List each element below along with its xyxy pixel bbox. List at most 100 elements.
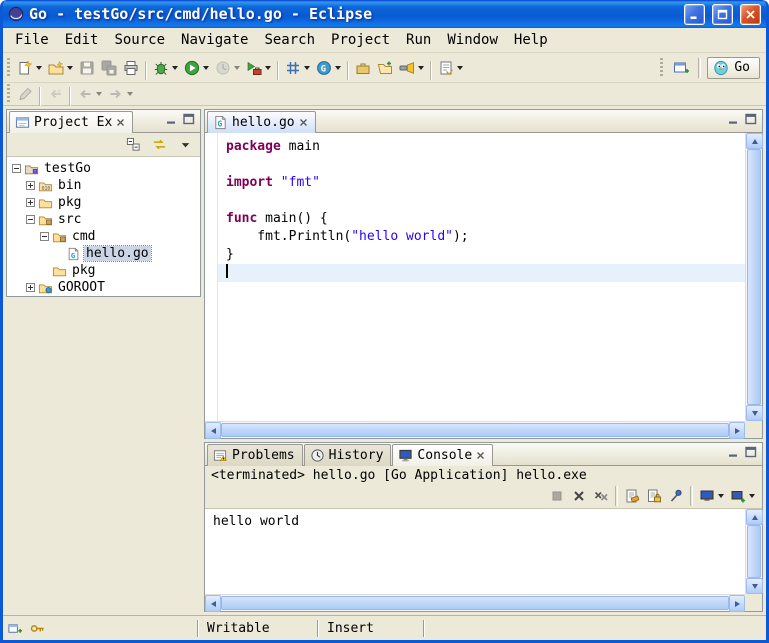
code-line[interactable]: } [218,246,745,264]
go-build-button[interactable]: G [313,56,344,80]
print-button[interactable] [120,56,142,80]
close-button[interactable] [740,4,761,25]
key-binding-icon[interactable] [29,621,45,636]
expander-minus-icon[interactable] [12,164,21,173]
dropdown-arrow-icon[interactable] [265,66,271,70]
close-icon[interactable] [299,118,308,127]
new-folder-button[interactable] [45,56,76,80]
menu-file[interactable]: File [7,29,57,51]
menu-window[interactable]: Window [439,29,506,51]
code-line-current[interactable] [218,264,745,282]
last-edit-location-button[interactable] [14,82,36,106]
link-editor-button[interactable] [149,133,170,156]
save-button[interactable] [76,56,98,80]
display-console-button[interactable] [696,484,727,508]
expander-plus-icon[interactable] [26,181,35,190]
scroll-left-button[interactable] [205,595,221,612]
terminate-button[interactable] [546,484,568,508]
remove-all-launches-button[interactable] [590,484,612,508]
clear-console-button[interactable] [621,484,643,508]
go-package-button[interactable] [282,56,313,80]
tree-item-pkg[interactable]: pkg [7,262,200,279]
scroll-right-button[interactable] [729,595,745,612]
search-button[interactable] [396,56,427,80]
open-type-button[interactable] [374,56,396,80]
menu-source[interactable]: Source [106,29,173,51]
code-line[interactable] [218,156,745,174]
dropdown-arrow-icon[interactable] [749,494,755,498]
tab-hello-go[interactable]: G hello.go [207,111,316,133]
title-bar[interactable]: Go - testGo/src/cmd/hello.go - Eclipse [3,0,766,28]
new-wizard-button[interactable] [14,56,45,80]
code-line[interactable]: func main() { [218,210,745,228]
scroll-down-button[interactable] [746,405,763,421]
console-output[interactable]: hello world [205,509,745,594]
code-line[interactable] [218,192,745,210]
tree-item-testgo[interactable]: testGo [7,160,200,177]
tab-problems[interactable]: Problems [207,444,303,466]
project-tree[interactable]: testGo010binpkgsrccmdGhello.gopkgGOROOT [7,157,200,296]
menu-navigate[interactable]: Navigate [173,29,256,51]
dropdown-arrow-icon[interactable] [335,66,341,70]
console-vertical-scrollbar[interactable] [745,509,762,594]
tree-item-src[interactable]: src [7,211,200,228]
debug-button[interactable] [150,56,181,80]
scrollbar-thumb[interactable] [221,423,729,437]
dropdown-arrow-icon[interactable] [96,92,102,96]
menu-project[interactable]: Project [323,29,398,51]
close-icon[interactable] [476,451,485,460]
external-tools-button[interactable] [243,56,274,80]
dropdown-arrow-icon[interactable] [203,66,209,70]
scrollbar-track[interactable] [221,422,729,438]
maximize-button[interactable] [712,4,733,25]
dropdown-arrow-icon[interactable] [718,494,724,498]
profile-button[interactable] [212,56,243,80]
dropdown-arrow-icon[interactable] [234,66,240,70]
scrollbar-track[interactable] [746,525,762,578]
tab-project-explorer[interactable]: Project Ex [9,111,133,133]
forward-button[interactable] [105,82,136,106]
scroll-up-button[interactable] [746,509,763,525]
tree-item-pkg[interactable]: pkg [7,194,200,211]
scroll-down-button[interactable] [746,578,763,594]
expander-plus-icon[interactable] [26,283,35,292]
scroll-right-button[interactable] [729,422,745,439]
toolbar-grip[interactable] [7,84,10,104]
view-minimize-icon[interactable] [727,113,741,125]
menu-run[interactable]: Run [398,29,439,51]
view-minimize-icon[interactable] [727,446,741,458]
dropdown-arrow-icon[interactable] [172,66,178,70]
back-button[interactable] [74,82,105,106]
code-line[interactable]: fmt.Println("hello world"); [218,228,745,246]
back-edit-button[interactable] [44,82,66,106]
expander-minus-icon[interactable] [26,215,35,224]
view-maximize-icon[interactable] [182,113,196,125]
close-icon[interactable] [116,118,125,127]
dropdown-arrow-icon[interactable] [127,92,133,96]
tab-history[interactable]: History [304,444,392,466]
view-maximize-icon[interactable] [744,446,758,458]
editor-vertical-scrollbar[interactable] [745,133,762,421]
annotation-button[interactable] [435,56,466,80]
console-horizontal-scrollbar[interactable] [205,594,745,611]
tree-item-bin[interactable]: 010bin [7,177,200,194]
menu-edit[interactable]: Edit [57,29,107,51]
run-button[interactable] [181,56,212,80]
open-perspective-button[interactable] [670,56,692,80]
tab-console[interactable]: Console [392,444,493,466]
remove-launch-button[interactable] [568,484,590,508]
scrollbar-thumb[interactable] [747,149,761,405]
dropdown-arrow-icon[interactable] [67,66,73,70]
menu-help[interactable]: Help [506,29,556,51]
scrollbar-thumb[interactable] [221,596,729,610]
minimize-button[interactable] [684,4,705,25]
scroll-lock-button[interactable] [643,484,665,508]
toolbar-grip[interactable] [7,58,10,78]
fast-view-icon[interactable] [7,621,23,636]
toolbar-grip[interactable] [660,58,663,78]
expander-minus-icon[interactable] [40,232,49,241]
scrollbar-track[interactable] [746,149,762,405]
code-line[interactable]: import "fmt" [218,174,745,192]
dropdown-arrow-icon[interactable] [418,66,424,70]
view-menu-button[interactable] [175,133,196,156]
